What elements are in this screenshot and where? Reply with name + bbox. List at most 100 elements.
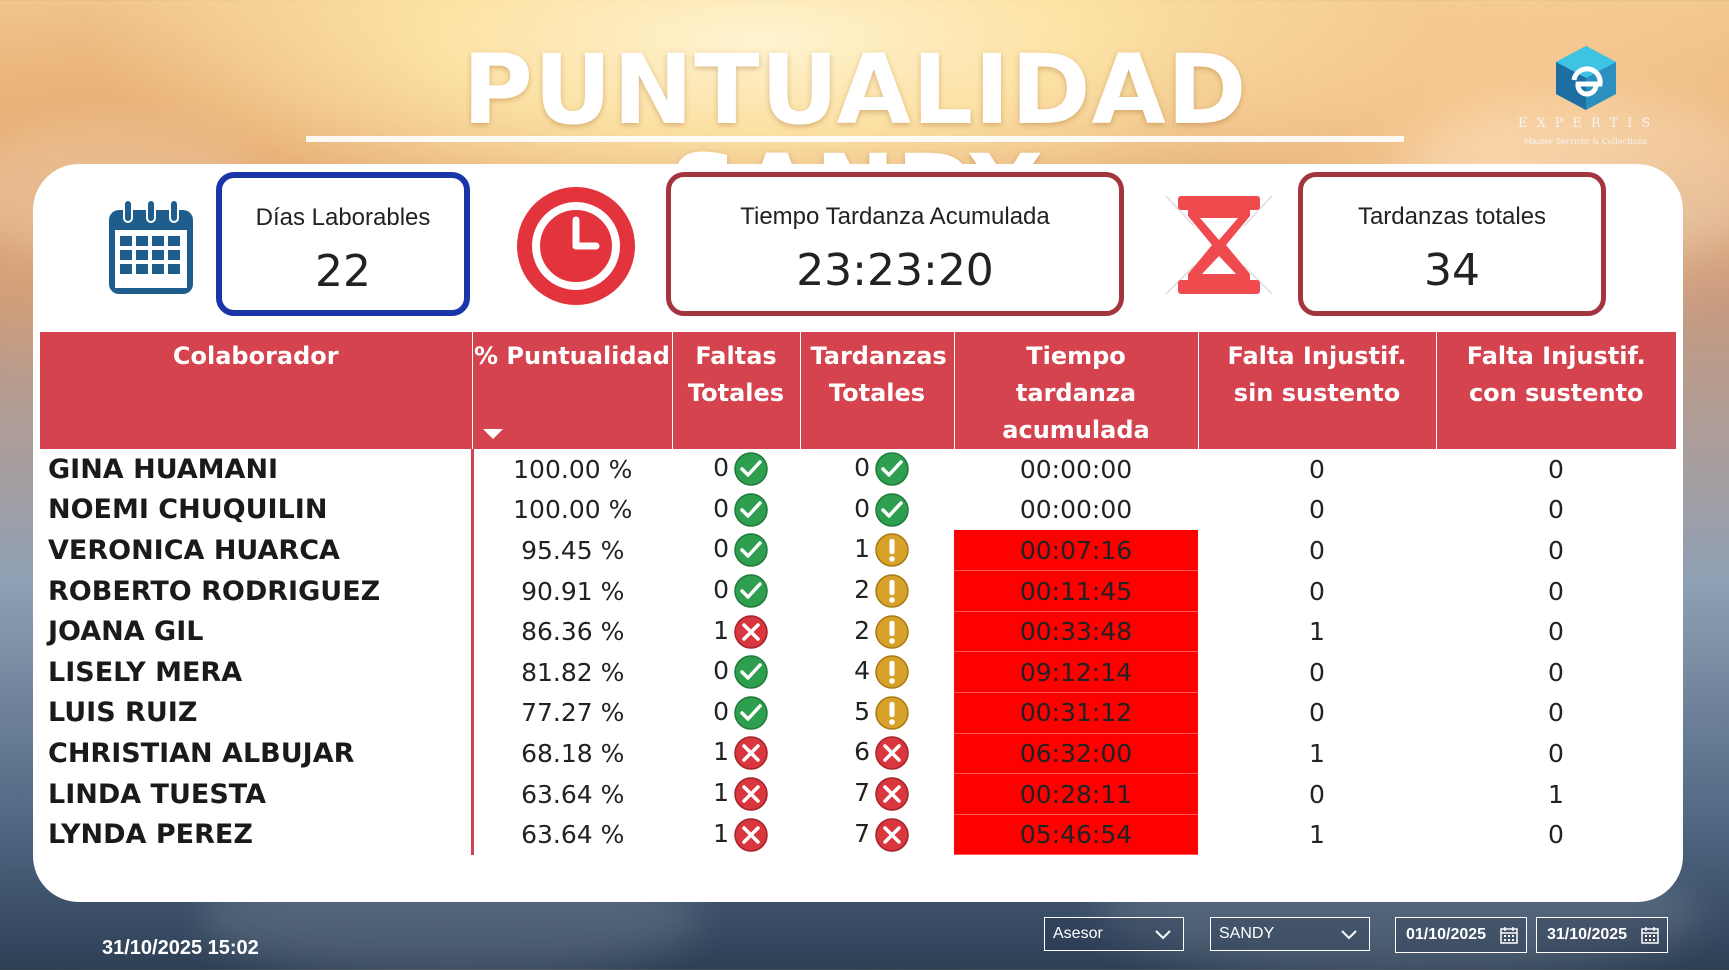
cell-puntualidad: 81.82 % (521, 657, 625, 687)
check-circle-icon (733, 532, 769, 568)
warning-circle-icon (874, 614, 910, 650)
faltas-value: 1 (713, 818, 729, 848)
col-header-tardanzas[interactable]: Tardanzas Totales (800, 332, 955, 449)
kpi-tiempo-value: 23:23:20 (796, 245, 994, 296)
cell-tardanzas: 1 (800, 530, 954, 571)
warning-circle-icon (874, 695, 910, 731)
kpi-tiempo-label: Tiempo Tardanza Acumulada (740, 203, 1050, 230)
kpi-tardanzas-totales: Tardanzas totales 34 (1298, 172, 1606, 316)
tardanzas-value: 7 (854, 818, 870, 848)
date-to-input[interactable]: 31/10/2025 (1536, 917, 1668, 953)
cell-con-sustento: 0 (1548, 617, 1564, 647)
table-row[interactable]: GINA HUAMANI 100.00 % 0 0 00:00:00 0 0 (40, 449, 1676, 490)
asesor-value-label: SANDY (1219, 925, 1275, 942)
cell-sin-sustento: 0 (1309, 657, 1325, 687)
last-refresh-timestamp: 31/10/2025 15:02 (102, 937, 259, 959)
chevron-down-icon (1341, 930, 1357, 940)
asesor-dropdown[interactable]: Asesor (1044, 917, 1184, 951)
tardanzas-value: 6 (854, 737, 870, 767)
tardanzas-value: 7 (854, 778, 870, 808)
cell-con-sustento: 0 (1548, 657, 1564, 687)
table-row[interactable]: LISELY MERA 81.82 % 0 4 09:12:14 0 0 (40, 651, 1676, 694)
x-circle-icon (733, 776, 769, 812)
cell-sin-sustento: 0 (1309, 779, 1325, 809)
clock-icon (517, 187, 635, 305)
check-circle-icon (874, 451, 910, 487)
cell-puntualidad: 100.00 % (513, 495, 633, 525)
cell-faltas: 0 (672, 652, 800, 693)
tardanzas-value: 5 (854, 696, 870, 726)
cell-colaborador: GINA HUAMANI (40, 449, 474, 490)
asesor-dropdown-label: Asesor (1053, 925, 1103, 942)
table-row[interactable]: JOANA GIL 86.36 % 1 2 00:33:48 1 0 (40, 611, 1676, 653)
faltas-value: 0 (713, 656, 729, 686)
cell-tiempo-tardanza: 05:46:54 (954, 814, 1198, 856)
table-row[interactable]: NOEMI CHUQUILIN 100.00 % 0 0 00:00:00 0 0 (40, 489, 1676, 531)
cell-tiempo-tardanza: 06:32:00 (954, 733, 1198, 775)
x-circle-icon (733, 735, 769, 771)
date-from-value: 01/10/2025 (1406, 926, 1487, 943)
faltas-value: 0 (713, 493, 729, 523)
table-row[interactable]: ROBERTO RODRIGUEZ 90.91 % 0 2 00:11:45 0 0 (40, 570, 1676, 612)
col-header-faltas[interactable]: Faltas Totales (672, 332, 801, 449)
cell-tiempo-tardanza: 00:11:45 (954, 570, 1198, 612)
x-circle-icon (874, 817, 910, 853)
table-row[interactable]: LYNDA PEREZ 63.64 % 1 7 05:46:54 1 0 (40, 814, 1676, 856)
table-row[interactable]: LINDA TUESTA 63.64 % 1 7 00:28:11 0 1 (40, 773, 1676, 815)
calendar-picker-icon[interactable] (1500, 926, 1518, 944)
cell-tiempo-tardanza: 00:33:48 (954, 611, 1198, 653)
cell-tiempo-tardanza: 09:12:14 (954, 651, 1198, 694)
sort-desc-icon[interactable] (482, 429, 503, 439)
cell-tiempo-tardanza: 00:31:12 (954, 692, 1198, 734)
kpi-dias-label: Días Laborables (255, 204, 431, 231)
table-header-row: Colaborador % Puntualidad Faltas Totales… (40, 332, 1676, 449)
faltas-value: 0 (713, 575, 729, 605)
cell-faltas: 1 (672, 611, 800, 652)
asesor-value-dropdown[interactable]: SANDY (1210, 917, 1370, 951)
logo-tagline: Master Servicer & Collections (1524, 137, 1647, 146)
cell-colaborador: LISELY MERA (40, 651, 474, 693)
cell-puntualidad: 90.91 % (521, 576, 625, 606)
x-circle-icon (874, 735, 910, 771)
col-header-con-sustento[interactable]: Falta Injustif. con sustento (1436, 332, 1676, 449)
cell-con-sustento: 0 (1548, 495, 1564, 525)
calendar-icon (109, 199, 193, 294)
tardanzas-value: 2 (854, 575, 870, 605)
faltas-value: 0 (713, 534, 729, 564)
cell-con-sustento: 0 (1548, 576, 1564, 606)
faltas-value: 1 (713, 778, 729, 808)
x-circle-icon (874, 776, 910, 812)
cell-tardanzas: 0 (800, 449, 954, 490)
cell-faltas: 0 (672, 571, 800, 612)
cell-puntualidad: 68.18 % (521, 738, 625, 768)
cell-faltas: 0 (672, 530, 800, 571)
cell-tiempo-tardanza: 00:00:00 (1019, 495, 1133, 525)
hourglass-icon (1165, 195, 1273, 295)
table-row[interactable]: VERONICA HUARCA 95.45 % 0 1 00:07:16 0 0 (40, 530, 1676, 572)
cell-tiempo-tardanza: 00:28:11 (954, 773, 1198, 815)
kpi-dias-value: 22 (315, 246, 371, 297)
cell-con-sustento: 0 (1548, 820, 1564, 850)
check-circle-icon (733, 654, 769, 690)
cell-puntualidad: 95.45 % (521, 535, 625, 565)
col-header-colaborador[interactable]: Colaborador (40, 332, 473, 449)
table-row[interactable]: CHRISTIAN ALBUJAR 68.18 % 1 6 06:32:00 1 0 (40, 733, 1676, 775)
cell-con-sustento: 0 (1548, 738, 1564, 768)
date-from-input[interactable]: 01/10/2025 (1395, 917, 1527, 953)
cell-puntualidad: 86.36 % (521, 617, 625, 647)
col-header-puntualidad[interactable]: % Puntualidad (472, 332, 673, 449)
puntualidad-table: Colaborador % Puntualidad Faltas Totales… (40, 332, 1676, 856)
tardanzas-value: 2 (854, 615, 870, 645)
cell-colaborador: LUIS RUIZ (40, 692, 474, 734)
cell-colaborador: ROBERTO RODRIGUEZ (40, 570, 474, 612)
table-row[interactable]: LUIS RUIZ 77.27 % 0 5 00:31:12 0 0 (40, 692, 1676, 734)
calendar-picker-icon[interactable] (1641, 926, 1659, 944)
cell-tardanzas: 7 (800, 814, 954, 855)
kpi-tardanzas-value: 34 (1424, 245, 1480, 296)
cell-tiempo-tardanza: 00:00:00 (1019, 454, 1133, 484)
col-header-tiempo[interactable]: Tiempo tardanza acumulada (954, 332, 1199, 449)
col-header-sin-sustento[interactable]: Falta Injustif. sin sustento (1198, 332, 1437, 449)
cell-con-sustento: 0 (1548, 454, 1564, 484)
cell-puntualidad: 63.64 % (521, 820, 625, 850)
cell-faltas: 1 (672, 774, 800, 815)
